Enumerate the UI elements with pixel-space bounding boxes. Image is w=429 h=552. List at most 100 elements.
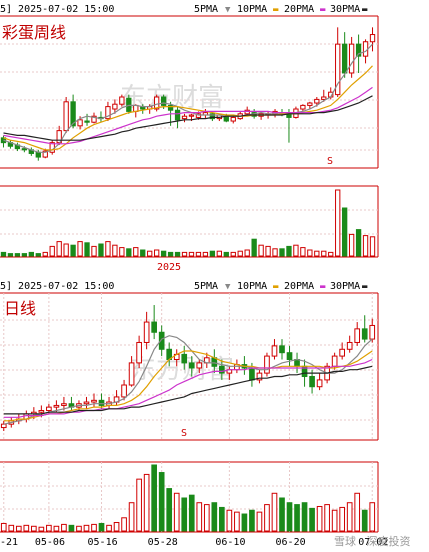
- volume-bar: [265, 245, 271, 257]
- ma30-arrow-icon: ▬: [362, 282, 368, 292]
- volume-bar: [126, 248, 132, 257]
- bottom-watermark: 雪球 · 深度投资: [334, 534, 411, 548]
- candle-up: [136, 341, 142, 364]
- volume-bar: [241, 513, 248, 532]
- volume-bar: [230, 251, 236, 257]
- candle-up: [346, 341, 353, 350]
- candle-up: [230, 116, 236, 122]
- volume-bar: [7, 253, 14, 257]
- volume-bar: [211, 502, 218, 532]
- candle-up: [331, 355, 338, 367]
- volume-bar: [339, 506, 345, 532]
- candle-down: [219, 365, 225, 374]
- volume-bar: [300, 247, 306, 257]
- daily-s-marker: S: [181, 428, 187, 439]
- weekly-price-panel: 东方财富 彩蛋周线 S: [0, 15, 379, 169]
- volume-bar: [258, 244, 264, 257]
- volume-bar: [188, 251, 195, 257]
- candle-down: [279, 345, 285, 354]
- volume-bar: [256, 511, 263, 532]
- candle-up: [112, 103, 118, 110]
- x-tick-label: 05-06: [35, 537, 65, 548]
- daily-legend-20pma: 20PMA: [284, 281, 314, 292]
- candle-down: [160, 96, 167, 106]
- volume-bar: [113, 522, 120, 532]
- candle-up: [264, 355, 270, 374]
- candle-up: [53, 404, 60, 408]
- volume-bar: [195, 251, 202, 257]
- volume-bar: [301, 502, 308, 532]
- ma20-arrow-icon: ▬: [320, 282, 326, 292]
- candle-up: [362, 41, 369, 57]
- volume-bar: [91, 523, 97, 532]
- volume-bar: [21, 253, 28, 257]
- x-tick-label: 05-28: [148, 537, 178, 548]
- candle-down: [361, 328, 368, 340]
- volume-bar: [309, 507, 315, 532]
- candle-down: [181, 353, 188, 364]
- volume-bar: [335, 189, 341, 257]
- volume-bar: [328, 251, 334, 257]
- volume-bar: [151, 464, 157, 532]
- volume-bar: [128, 502, 135, 532]
- volume-bar: [70, 244, 76, 257]
- volume-bar: [362, 235, 369, 257]
- volume-bar: [147, 250, 153, 257]
- candle-up: [339, 348, 345, 357]
- volume-bar: [181, 497, 188, 532]
- ma20-arrow-icon: ▬: [320, 5, 326, 15]
- volume-bar: [279, 497, 285, 532]
- volume-bar: [23, 524, 30, 532]
- volume-bar: [174, 251, 181, 257]
- volume-bar: [38, 526, 45, 532]
- volume-bar: [35, 253, 41, 257]
- candle-up: [119, 96, 125, 105]
- volume-bar: [0, 251, 7, 257]
- candle-up: [307, 102, 313, 106]
- daily-price-panel: 东方财富 日线 S: [0, 292, 379, 441]
- volume-bar: [355, 229, 362, 257]
- volume-bar: [286, 245, 292, 257]
- volume-bar: [63, 243, 69, 257]
- volume-bar: [15, 525, 22, 532]
- daily-title: 日线: [4, 299, 36, 318]
- volume-bar: [234, 511, 240, 532]
- volume-bar: [342, 207, 348, 257]
- volume-bar: [271, 492, 278, 532]
- volume-bar: [106, 524, 112, 532]
- volume-bar: [28, 251, 34, 257]
- volume-bar: [53, 525, 60, 532]
- volume-bar: [209, 250, 216, 257]
- candle-down: [249, 367, 255, 381]
- candle-up: [143, 321, 150, 343]
- candle-down: [294, 358, 300, 367]
- volume-bar: [14, 253, 21, 257]
- candle-down: [35, 151, 41, 158]
- volume-bar: [314, 250, 320, 257]
- volume-bar: [316, 505, 323, 532]
- volume-bar: [121, 517, 127, 532]
- candle-up: [91, 399, 97, 403]
- stock-chart-canvas: 5] 2025-07-02 15:00 5PMA ▼ 10PMA ▬ 20PMA…: [0, 4, 411, 548]
- daily-legend-5pma: 5PMA: [194, 281, 218, 292]
- volume-bar: [188, 494, 195, 532]
- weekly-year-label: 2025: [157, 262, 181, 273]
- candle-up: [369, 34, 376, 43]
- weekly-volume-panel: 2025: [0, 185, 379, 273]
- candle-up: [369, 324, 376, 340]
- volume-bar: [154, 249, 160, 257]
- volume-bar: [226, 509, 233, 532]
- volume-bar: [166, 488, 173, 532]
- volume-bar: [167, 251, 174, 257]
- candle-up: [188, 114, 195, 117]
- candle-up: [300, 104, 306, 110]
- volume-bar: [251, 238, 257, 257]
- daily-header-timestamp: 5] 2025-07-02 15:00: [0, 281, 114, 292]
- candle-up: [61, 403, 67, 406]
- volume-bar: [56, 241, 62, 257]
- volume-bar: [136, 478, 142, 532]
- volume-bar: [324, 504, 330, 532]
- weekly-title: 彩蛋周线: [2, 23, 66, 42]
- candle-up: [128, 362, 135, 386]
- volume-bar: [105, 241, 111, 257]
